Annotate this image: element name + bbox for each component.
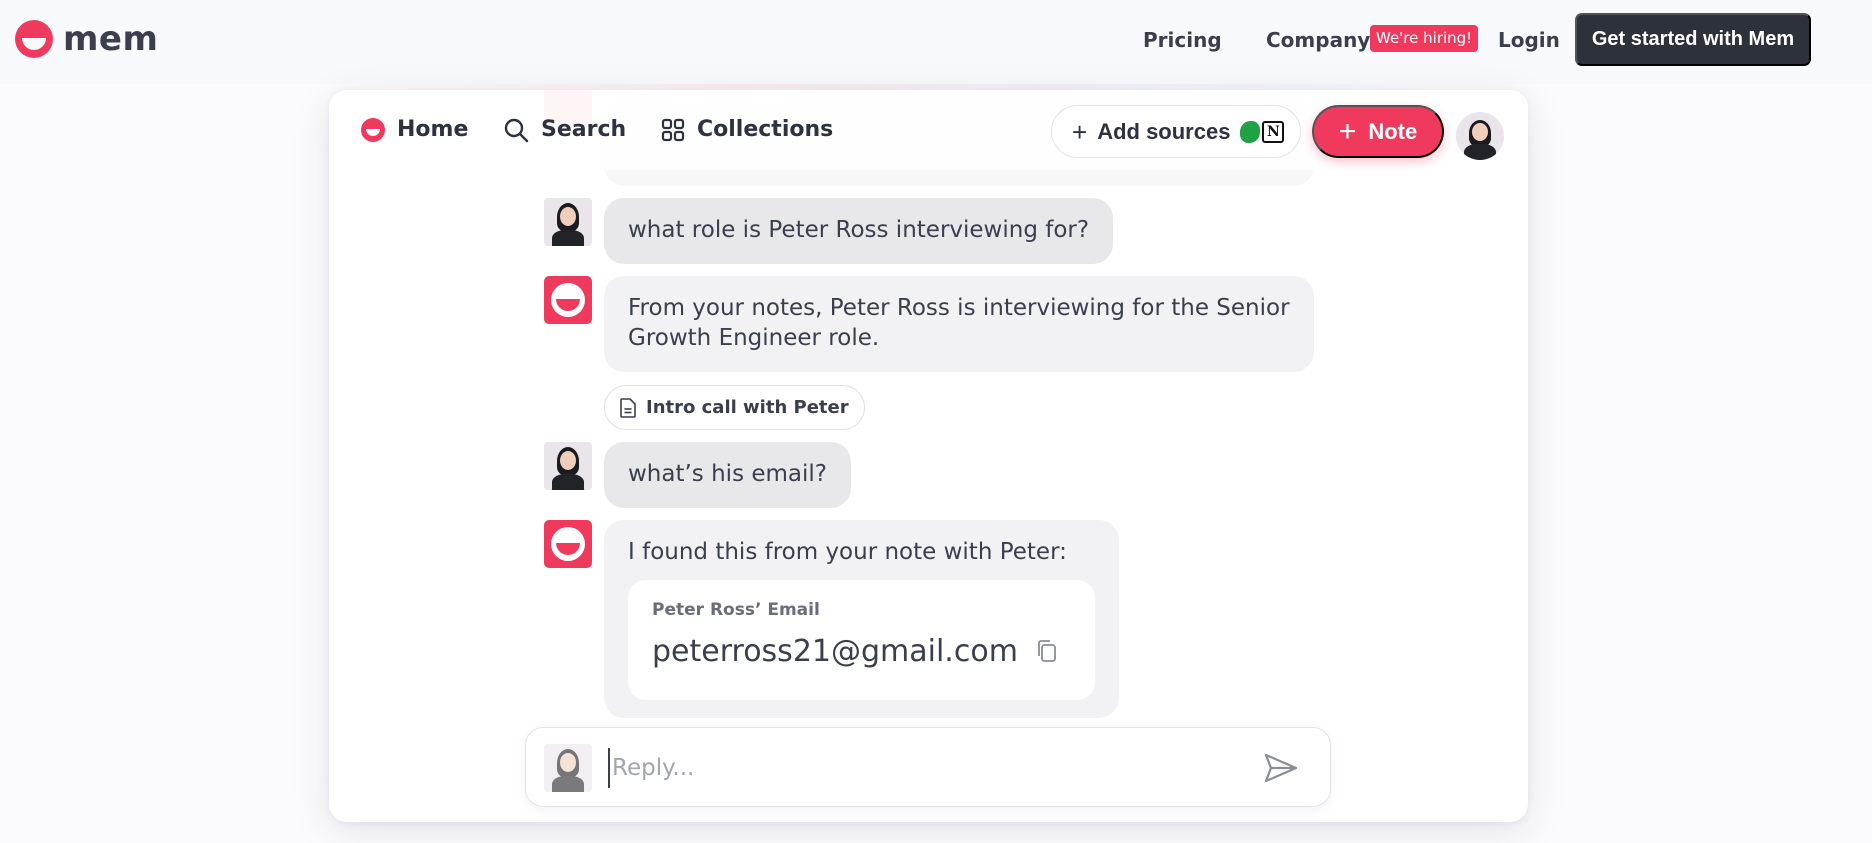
home-icon <box>361 118 385 142</box>
nav-search-label: Search <box>541 117 627 142</box>
search-icon <box>504 118 529 143</box>
nav-company-link[interactable]: Company <box>1266 28 1370 52</box>
nav-home[interactable]: Home <box>361 116 468 144</box>
nav-collections-label: Collections <box>697 117 834 142</box>
mem-assistant-avatar <box>544 520 592 568</box>
source-note-chip[interactable]: Intro call with Peter <box>604 385 865 430</box>
reply-composer <box>525 727 1331 807</box>
plus-icon: + <box>1072 116 1088 147</box>
plus-icon: + <box>1338 114 1357 148</box>
nav-login-link[interactable]: Login <box>1498 28 1560 52</box>
user-message-bubble: what role is Peter Ross interviewing for… <box>604 198 1114 264</box>
mem-assistant-avatar <box>544 276 592 324</box>
copy-icon[interactable] <box>1035 638 1059 664</box>
user-message-bubble: what’s his email? <box>604 442 852 508</box>
site-header: mem Pricing Company We're hiring! Login … <box>0 0 1872 84</box>
assistant-message-bubble: From your notes, Peter Ross is interview… <box>604 276 1314 372</box>
user-message-avatar <box>544 198 592 246</box>
reply-input[interactable] <box>608 748 1228 788</box>
source-icons: N <box>1240 120 1285 143</box>
get-started-button[interactable]: Get started with Mem <box>1575 13 1811 66</box>
mem-logo-icon <box>15 20 53 58</box>
hiring-badge[interactable]: We're hiring! <box>1370 25 1479 52</box>
email-address-value[interactable]: peterross21@gmail.com <box>652 634 1071 670</box>
add-sources-button[interactable]: + Add sources N <box>1051 105 1301 158</box>
email-result-card: Peter Ross’ Email peterross21@gmail.com <box>628 580 1095 700</box>
nav-home-label: Home <box>397 117 469 142</box>
email-card-label: Peter Ross’ Email <box>652 600 820 620</box>
app-toolbar: Home Search Collections + Add sources N <box>329 90 1528 170</box>
new-note-label: Note <box>1368 118 1418 144</box>
mem-logo[interactable]: mem <box>15 20 158 58</box>
app-window: Home Search Collections + Add sources N <box>329 90 1528 822</box>
nav-search[interactable]: Search <box>503 116 626 144</box>
nav-pricing-link[interactable]: Pricing <box>1143 28 1222 52</box>
assistant-message-text: I found this from your note with Peter: <box>628 539 1067 565</box>
source-note-label: Intro call with Peter <box>646 397 849 418</box>
send-icon[interactable] <box>1264 752 1298 784</box>
reply-user-avatar <box>544 744 592 792</box>
user-avatar[interactable] <box>1456 112 1504 160</box>
nav-collections[interactable]: Collections <box>661 116 833 144</box>
logo-text: mem <box>63 19 159 59</box>
add-sources-label: Add sources <box>1097 118 1231 144</box>
document-icon <box>620 397 636 418</box>
new-note-button[interactable]: + Note <box>1312 105 1444 158</box>
assistant-message-bubble: I found this from your note with Peter: … <box>604 520 1119 718</box>
notion-icon: N <box>1262 120 1285 143</box>
collections-grid-icon <box>661 118 685 142</box>
evernote-icon <box>1240 120 1261 143</box>
user-message-avatar <box>544 442 592 490</box>
